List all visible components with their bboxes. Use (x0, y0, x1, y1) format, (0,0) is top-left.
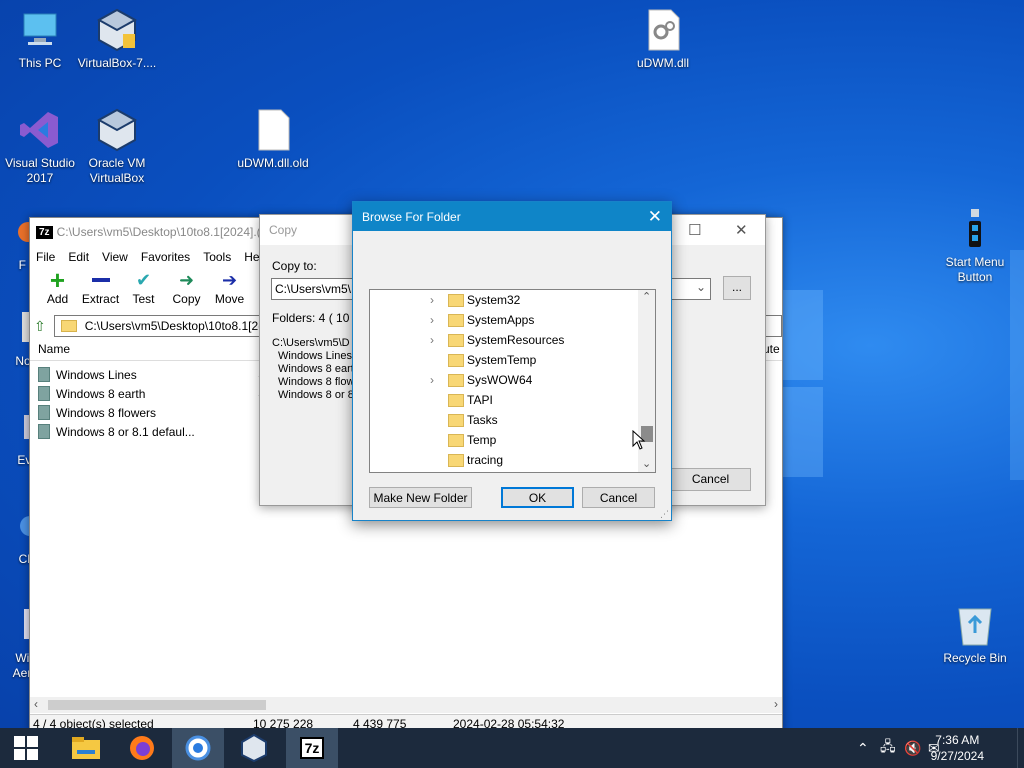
folder-icon (448, 453, 464, 467)
browse-cancel-button[interactable]: Cancel (582, 487, 655, 508)
mouse-cursor-icon (632, 429, 646, 453)
network-icon[interactable]: 🖧 (880, 728, 896, 768)
start-menu-button-icon (953, 207, 997, 251)
visual-studio-icon (18, 108, 62, 152)
close-icon[interactable]: ✕ (735, 221, 748, 239)
folder-tree[interactable]: › System32 › SystemApps › SystemResources S… (369, 289, 656, 473)
chevron-down-icon[interactable]: ⌄ (642, 457, 651, 470)
image-file-icon (38, 367, 50, 382)
taskbar-firefox[interactable] (116, 728, 168, 768)
show-hidden-icons-chevron-icon[interactable]: ⌃ (857, 728, 869, 768)
firefox-icon (130, 736, 154, 760)
clock[interactable]: 7:36 AM 9/27/2024 (931, 732, 984, 764)
sevenzip-logo-icon: 7z (299, 737, 325, 759)
taskbar-virtualbox[interactable] (228, 728, 280, 768)
up-folder-icon[interactable]: ⇧ (34, 318, 46, 335)
chrome-icon (185, 735, 211, 761)
folder-icon (448, 433, 464, 447)
menu-file[interactable]: File (36, 250, 55, 264)
column-name[interactable]: Name (38, 342, 70, 356)
taskbar-7zip[interactable]: 7z (286, 728, 338, 768)
menu-view[interactable]: View (102, 250, 128, 264)
menu-edit[interactable]: Edit (68, 250, 89, 264)
desktop-icon-start-menu-button[interactable]: Start Menu Button (935, 207, 1015, 285)
make-new-folder-button[interactable]: Make New Folder (369, 487, 472, 508)
chevron-right-icon[interactable]: › (430, 313, 440, 327)
file-icon (251, 108, 295, 152)
desktop-icon-virtualbox-installer[interactable]: VirtualBox-7.... (77, 8, 157, 71)
move-arrow-icon: ➔ (221, 269, 238, 290)
menu-favorites[interactable]: Favorites (141, 250, 190, 264)
virtualbox-icon (241, 734, 267, 762)
image-file-icon (38, 424, 50, 439)
source-path: C:\Users\vm5\D (272, 337, 350, 349)
folder-icon (60, 320, 77, 332)
chevron-right-icon[interactable]: › (430, 333, 440, 347)
taskbar-chrome[interactable] (172, 728, 224, 768)
add-button[interactable]: + Add (36, 264, 79, 314)
taskbar: 7z ⌃ 🖧 🔇 ✉ 7:36 AM 9/27/2024 (0, 728, 1024, 768)
source-items: Windows Lines Windows 8 eart Windows 8 f… (278, 350, 355, 401)
copy-arrow-icon: ➜ (178, 269, 195, 290)
copy-to-label: Copy to: (272, 259, 317, 273)
chevron-right-icon[interactable]: › (430, 293, 440, 307)
minus-icon (79, 268, 122, 292)
virtualbox-icon (95, 8, 139, 52)
desktop-icon-udwm-dll-old[interactable]: uDWM.dll.old (233, 108, 313, 171)
browse-button[interactable]: ... (723, 276, 751, 300)
horizontal-scrollbar[interactable]: ‹ › (30, 697, 782, 713)
desktop-icon-this-pc[interactable]: This PC (0, 8, 80, 71)
show-desktop-button[interactable] (1017, 728, 1024, 768)
start-button[interactable] (0, 728, 52, 768)
scroll-left-icon[interactable]: ‹ (34, 697, 38, 711)
close-icon[interactable]: ✕ (648, 207, 662, 227)
folder-icon (448, 313, 464, 327)
desktop-icon-visual-studio[interactable]: Visual Studio 2017 (0, 108, 80, 186)
file-explorer-icon (72, 737, 100, 759)
folder-icon (448, 353, 464, 367)
windows-logo-icon (14, 736, 38, 760)
desktop-icon-udwm-dll[interactable]: uDWM.dll (623, 8, 703, 71)
copy-button[interactable]: ➜ Copy (165, 268, 208, 314)
browse-dialog-titlebar[interactable]: Browse For Folder ✕ (353, 202, 671, 231)
copy-cancel-button[interactable]: Cancel (670, 468, 751, 491)
taskbar-file-explorer[interactable] (60, 728, 112, 768)
folder-icon (448, 293, 464, 307)
extract-button[interactable]: Extract (79, 268, 122, 314)
folder-icon (448, 393, 464, 407)
folder-icon (448, 333, 464, 347)
virtualbox-icon (95, 108, 139, 152)
test-button[interactable]: ✔ Test (122, 268, 165, 314)
resize-grip-icon[interactable]: ⋰ (660, 509, 669, 520)
chevron-down-icon[interactable]: ⌄ (696, 280, 706, 294)
chevron-up-icon[interactable]: ⌃ (642, 290, 651, 303)
folder-icon (448, 373, 464, 387)
computer-icon (18, 8, 62, 52)
checkmark-icon: ✔ (135, 269, 152, 290)
window-title: C:\Users\vm5\Desktop\10to8.1[2024].( (56, 225, 261, 239)
volume-muted-icon[interactable]: 🔇 (904, 728, 921, 768)
chevron-right-icon[interactable]: › (430, 373, 440, 387)
recycle-bin-icon (953, 603, 997, 647)
menu-tools[interactable]: Tools (203, 250, 231, 264)
desktop-icon-oracle-vm[interactable]: Oracle VM VirtualBox (77, 108, 157, 186)
clock-time: 7:36 AM (935, 733, 980, 747)
folders-summary: Folders: 4 ( 10 . (272, 311, 357, 325)
clock-date: 9/27/2024 (930, 749, 984, 763)
image-file-icon (38, 405, 50, 420)
dll-file-icon (641, 8, 685, 52)
ok-button[interactable]: OK (501, 487, 574, 508)
folder-icon (448, 413, 464, 427)
browse-for-folder-dialog[interactable]: Browse For Folder ✕ › System32 › SystemApp… (352, 201, 672, 521)
desktop-icon-recycle-bin[interactable]: Recycle Bin (935, 603, 1015, 666)
scrollbar-thumb[interactable] (48, 700, 266, 710)
scroll-right-icon[interactable]: › (774, 697, 778, 711)
image-file-icon (38, 386, 50, 401)
move-button[interactable]: ➔ Move (208, 268, 251, 314)
maximize-icon[interactable]: ☐ (688, 221, 701, 239)
sevenzip-logo-icon: 7z (36, 225, 53, 239)
plus-icon: + (49, 264, 66, 295)
